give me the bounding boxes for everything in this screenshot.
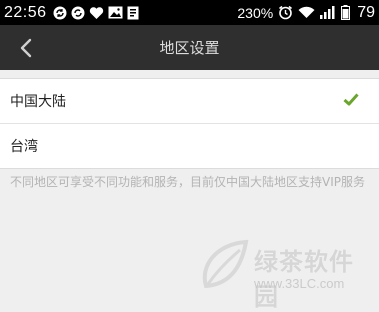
region-label: 中国大陆	[10, 94, 66, 110]
region-option-mainland-china[interactable]: 中国大陆	[0, 79, 379, 123]
image-icon	[108, 6, 123, 19]
page-title: 地区设置	[159, 39, 220, 57]
leaf-logo-icon	[202, 239, 249, 289]
region-label: 台湾	[10, 139, 38, 155]
sync-icon	[71, 6, 85, 20]
percent-sign: %	[260, 4, 274, 21]
status-bar: 22:56 230% 79	[0, 0, 379, 25]
status-right: 230% 79	[237, 0, 375, 25]
heart-icon	[89, 6, 104, 20]
region-description: 不同地区可享受不同功能和服务，目前仅中国大陆地区支持VIP服务	[10, 175, 365, 189]
alarm-icon	[278, 5, 293, 20]
watermark: 绿茶软件园 www.33LC.com	[198, 236, 376, 311]
notification-icons	[53, 6, 139, 20]
clipboard-icon	[127, 6, 139, 20]
region-list: 中国大陆 台湾	[0, 78, 379, 169]
battery-level: 79	[357, 3, 375, 21]
title-bar: 地区设置	[0, 25, 379, 70]
battery-percent: 230	[237, 4, 261, 21]
wifi-icon	[298, 6, 315, 19]
checkmark-icon	[343, 93, 359, 110]
watermark-url: www.33LC.com	[254, 276, 345, 291]
signal-icon	[320, 6, 336, 19]
region-option-taiwan[interactable]: 台湾	[0, 123, 379, 168]
status-time: 22:56	[4, 3, 47, 21]
battery-icon	[341, 5, 351, 20]
sync-icon	[53, 6, 67, 20]
